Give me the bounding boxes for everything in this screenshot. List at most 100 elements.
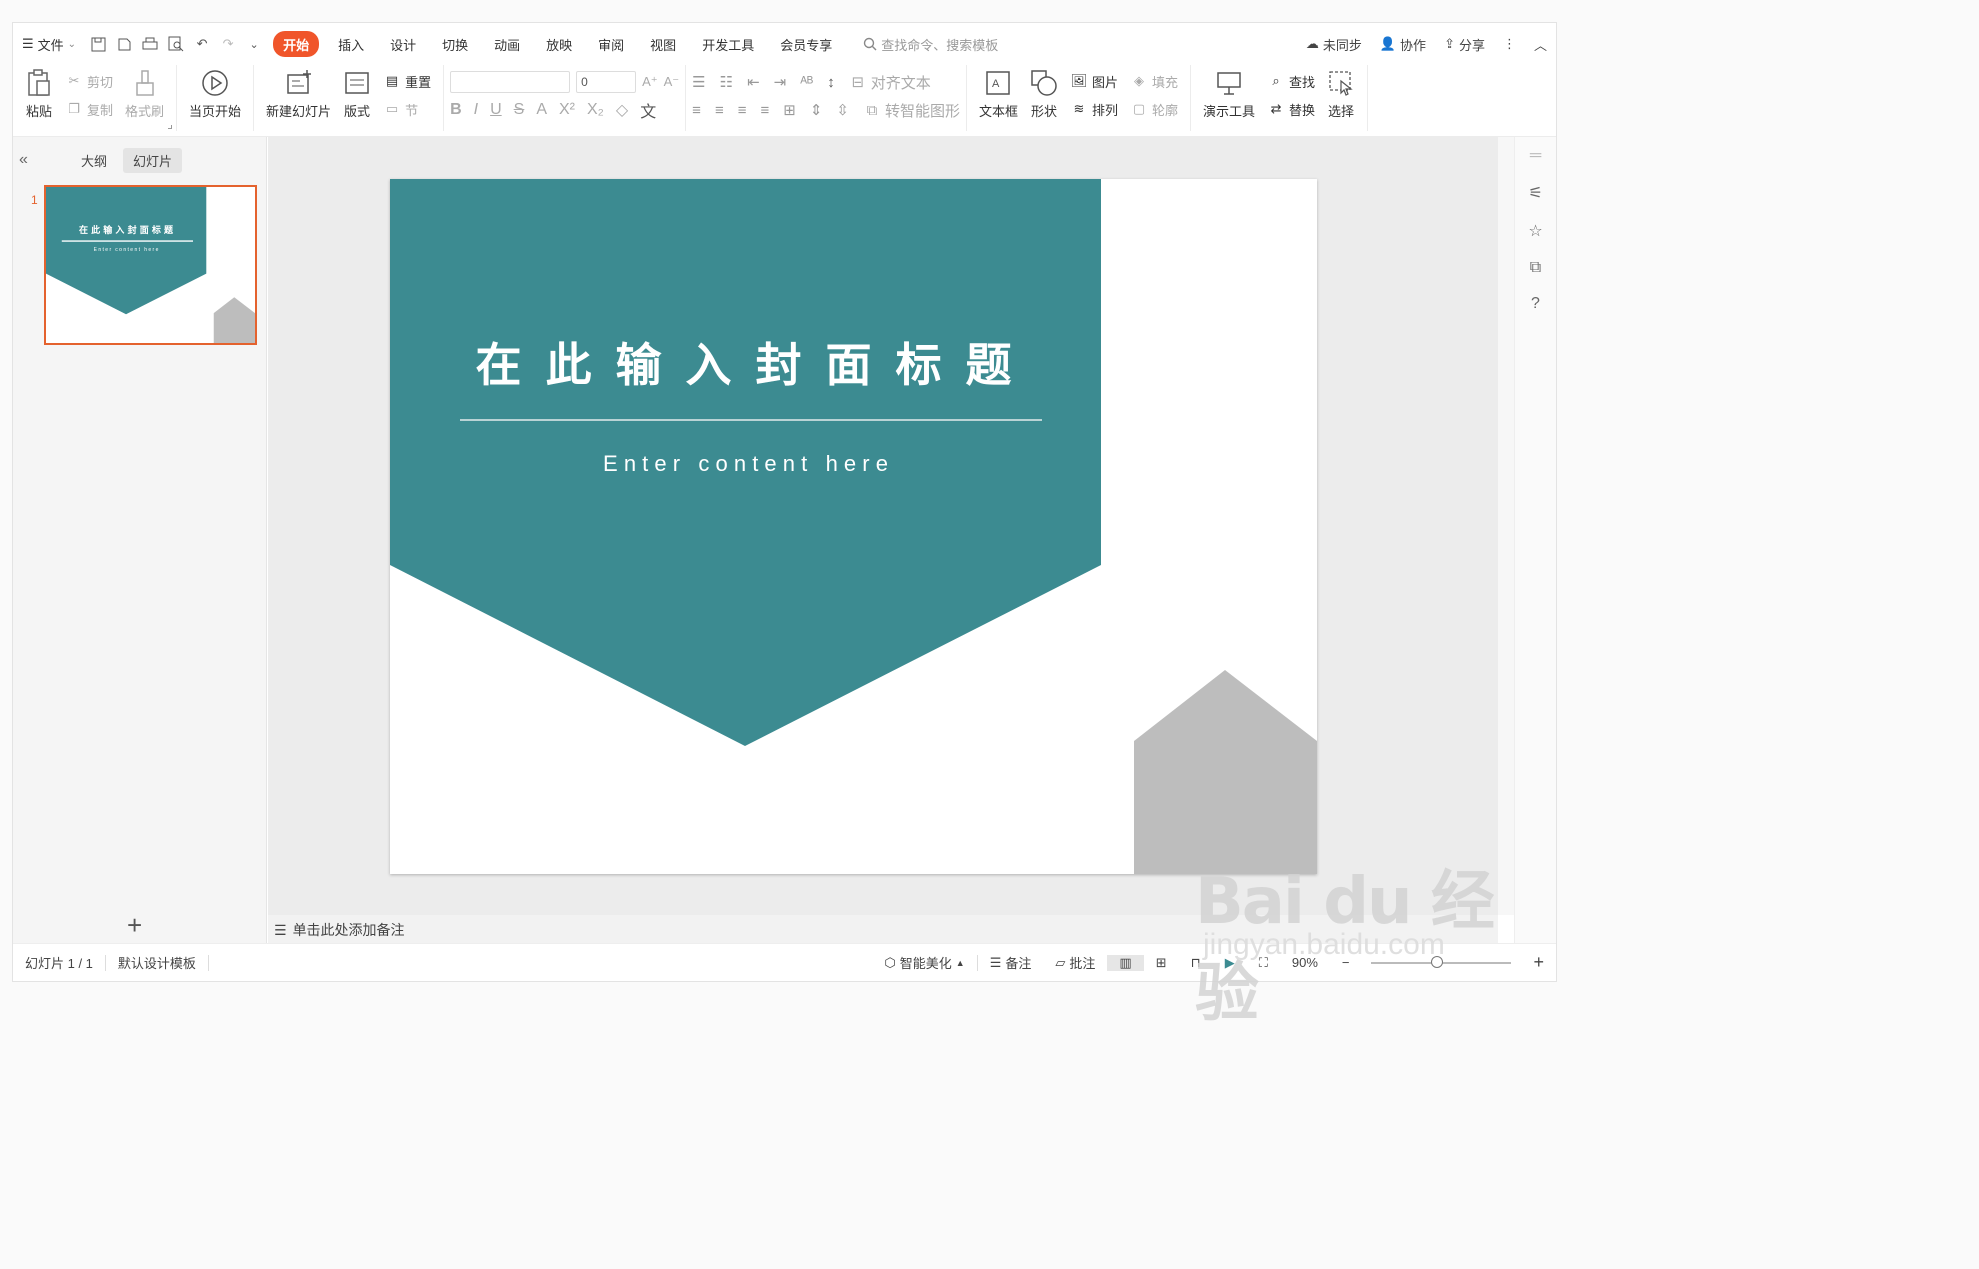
normal-view-icon[interactable]: ▥ (1107, 954, 1144, 971)
picture-button[interactable]: 🖼 图片 (1070, 71, 1118, 91)
slide-subtitle[interactable]: E n t e r c o n t e n t h e r e (390, 451, 1101, 477)
numbered-list-icon[interactable]: ☷ (720, 73, 733, 91)
copy-button[interactable]: ❐ 复制 (65, 99, 113, 119)
distribute-icon[interactable]: ⊞ (783, 101, 796, 119)
fill-button[interactable]: ◈ 填充 (1130, 71, 1178, 91)
find-button[interactable]: ⌕ 查找 (1267, 71, 1315, 91)
tab-animations[interactable]: 动画 (481, 31, 533, 57)
cut-button[interactable]: ✂ 剪切 (65, 71, 113, 91)
slide-sorter-icon[interactable]: ⊞ (1144, 955, 1179, 971)
bold-icon[interactable]: B (450, 101, 462, 119)
copy-icon: ❐ (68, 101, 80, 116)
font-family-select[interactable] (450, 71, 571, 93)
reset-button[interactable]: ▤ 重置 (383, 71, 431, 91)
comments-toggle[interactable]: ▱ 批注 (1043, 953, 1107, 972)
decrease-indent-icon[interactable]: ⇤ (747, 73, 760, 91)
outline-button[interactable]: ▢ 轮廓 (1130, 99, 1178, 119)
text-direction-icon[interactable]: ᴬᴮ (800, 74, 813, 91)
justify-icon[interactable]: ≡ (760, 102, 769, 119)
shape-icon (1030, 69, 1058, 97)
para-spacing-icon[interactable]: ⇕ (810, 101, 823, 119)
paste-button[interactable]: 粘贴 (19, 69, 59, 120)
print-icon[interactable] (141, 35, 159, 53)
sync-button[interactable]: ☁ 未同步 (1297, 31, 1371, 57)
font-color-icon[interactable]: A (536, 101, 547, 119)
command-search[interactable]: 查找命令、搜索模板 (863, 35, 998, 54)
arrange-button[interactable]: ≋ 排列 (1070, 99, 1118, 119)
collapse-panel-icon[interactable]: « (19, 151, 43, 169)
subscript-icon[interactable]: X₂ (587, 101, 604, 119)
textbox-button[interactable]: A 文本框 (973, 69, 1024, 120)
present-tools-button[interactable]: 演示工具 (1197, 69, 1261, 120)
more-icon[interactable]: ⋮ (1494, 31, 1525, 57)
zoom-in-icon[interactable]: + (1521, 952, 1556, 973)
tab-transitions[interactable]: 切换 (429, 31, 481, 57)
clipboard-group: 粘贴 ✂ 剪切 ❐ 复制 格式刷 (13, 65, 178, 131)
bullet-list-icon[interactable]: ☰ (692, 73, 705, 91)
tab-outline[interactable]: 大纲 (71, 148, 117, 173)
slide-thumbnail[interactable]: 在 此 输 入 封 面 标 题 E n t e r c o n t e n t … (44, 185, 257, 345)
superscript-icon[interactable]: X² (559, 101, 575, 119)
tab-slides[interactable]: 幻灯片 (123, 147, 183, 173)
beautify-button[interactable]: ⬡ 智能美化 ▲ (872, 953, 976, 972)
tab-member[interactable]: 会员专享 (767, 31, 845, 57)
add-slide-icon[interactable]: + (127, 910, 142, 941)
align-text-button[interactable]: ⊟ 对齐文本 (849, 72, 930, 92)
undo-icon[interactable]: ↶ (193, 35, 211, 53)
drag-handle-icon[interactable]: ═ (1530, 147, 1541, 165)
tab-review[interactable]: 审阅 (585, 31, 637, 57)
align-left-icon[interactable]: ≡ (692, 102, 701, 119)
notes-toggle[interactable]: ☰ 备注 (978, 953, 1044, 972)
new-slide-button[interactable]: 新建幻灯片 (260, 69, 337, 120)
smart-art-button[interactable]: ⧉ 转智能图形 (863, 100, 960, 120)
section-button[interactable]: ▭ 节 (383, 99, 431, 119)
line-spacing-icon[interactable]: ↕ (827, 74, 835, 91)
file-menu[interactable]: ☰ 文件 ⌄ (13, 31, 85, 57)
drawing-group: A 文本框 形状 🖼 图片 ≋ 排列 ◈ 填充 ▢ 轮廓 (967, 65, 1192, 131)
tab-insert[interactable]: 插入 (325, 31, 377, 57)
help-icon[interactable]: ? (1531, 295, 1540, 313)
increase-font-icon[interactable]: A⁺ (642, 74, 658, 90)
redo-icon[interactable]: ↷ (219, 35, 237, 53)
tab-home[interactable]: 开始 (273, 31, 320, 57)
increase-indent-icon[interactable]: ⇥ (774, 73, 787, 91)
customize-quick-access-icon[interactable]: ⌄ (245, 35, 263, 53)
decrease-font-icon[interactable]: A⁻ (664, 74, 680, 90)
tab-developer[interactable]: 开发工具 (689, 31, 767, 57)
properties-icon[interactable]: ⚟ (1528, 183, 1542, 203)
slide-count: 幻灯片 1 / 1 (25, 956, 93, 971)
share-button[interactable]: ⇪ 分享 (1435, 31, 1494, 57)
collapse-ribbon-icon[interactable]: ︿ (1525, 31, 1556, 57)
save-icon[interactable] (89, 35, 107, 53)
font-size-select[interactable]: 0 (576, 71, 637, 93)
slide-transition-icon[interactable]: ⧉ (1530, 259, 1541, 277)
font-group: 0 A⁺ A⁻ B I U S A X² X₂ ◇ 文 (444, 65, 687, 131)
shape-button[interactable]: 形状 (1024, 69, 1064, 120)
template-name[interactable]: 默认设计模板 (106, 953, 208, 972)
strikethrough-icon[interactable]: S (514, 101, 525, 119)
select-button[interactable]: 选择 (1321, 69, 1361, 120)
slide-title[interactable]: 在 此 输 入 封 面 标 题 (390, 329, 1101, 395)
collab-button[interactable]: 👤 协作 (1371, 31, 1435, 57)
search-icon: ⌕ (1272, 73, 1280, 88)
column-icon[interactable]: ⇳ (836, 101, 849, 119)
paint-bucket-icon: ◈ (1134, 73, 1145, 88)
group-launcher-icon[interactable] (168, 125, 173, 129)
tab-slideshow[interactable]: 放映 (533, 31, 585, 57)
animation-star-icon[interactable]: ☆ (1528, 221, 1542, 241)
print-preview-icon[interactable] (167, 35, 185, 53)
italic-icon[interactable]: I (474, 101, 478, 119)
tab-view[interactable]: 视图 (637, 31, 689, 57)
align-right-icon[interactable]: ≡ (738, 102, 747, 119)
export-icon[interactable] (115, 35, 133, 53)
tab-design[interactable]: 设计 (377, 31, 429, 57)
align-center-icon[interactable]: ≡ (715, 102, 724, 119)
underline-icon[interactable]: U (490, 101, 502, 119)
start-current-button[interactable]: 当页开始 (183, 69, 247, 120)
slide[interactable]: 在 此 输 入 封 面 标 题 E n t e r c o n t e n t … (390, 179, 1317, 874)
clear-format-icon[interactable]: ◇ (616, 100, 628, 120)
phonetic-icon[interactable]: 文 (640, 98, 656, 122)
replace-button[interactable]: ⇄ 替换 (1267, 99, 1315, 119)
format-painter-button[interactable]: 格式刷 (119, 69, 170, 120)
layout-button[interactable]: 版式 (337, 69, 377, 120)
